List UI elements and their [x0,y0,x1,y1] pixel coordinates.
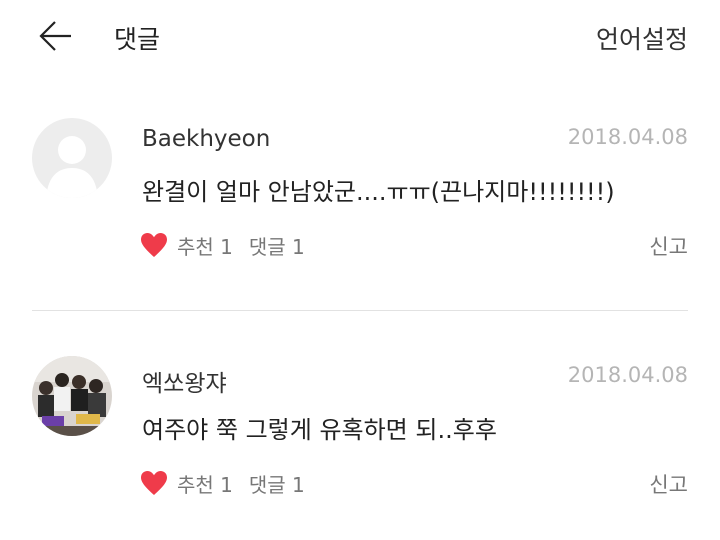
default-avatar[interactable] [32,118,112,198]
like-button[interactable]: 추천 1 [177,469,233,498]
page-title: 댓글 [114,25,161,54]
comment-text: 여주야 쭉 그렇게 유혹하면 되..후후 [142,416,497,444]
comment-text: 완결이 얼마 안남았군....ㅠㅠ(끈나지마!!!!!!!!) [142,178,615,206]
divider [32,310,688,311]
top-bar: 댓글 언어설정 [0,0,720,78]
reply-button[interactable]: 댓글 1 [249,469,305,498]
comment-item: Baekhyeon 2018.04.08 완결이 얼마 안남았군....ㅠㅠ(끈… [0,112,720,262]
comment-date: 2018.04.08 [567,125,688,149]
like-button[interactable]: 추천 1 [177,231,233,260]
report-button[interactable]: 신고 [649,231,688,261]
comment-author[interactable]: Baekhyeon [142,126,270,152]
comment-item: 엑쏘왕쟈 2018.04.08 여주야 쭉 그렇게 유혹하면 되..후후 추천 … [0,350,720,500]
group-photo-avatar[interactable] [32,356,112,436]
comment-actions: 추천 1 댓글 1 [140,468,305,498]
heart-icon[interactable] [140,232,168,258]
arrow-left-icon[interactable] [38,18,74,54]
heart-icon[interactable] [140,470,168,496]
reply-button[interactable]: 댓글 1 [249,231,305,260]
comment-actions: 추천 1 댓글 1 [140,230,305,260]
comment-author[interactable]: 엑쏘왕쟈 [142,364,227,398]
report-button[interactable]: 신고 [649,469,688,499]
language-settings-button[interactable]: 언어설정 [596,20,688,56]
comment-date: 2018.04.08 [567,363,688,387]
